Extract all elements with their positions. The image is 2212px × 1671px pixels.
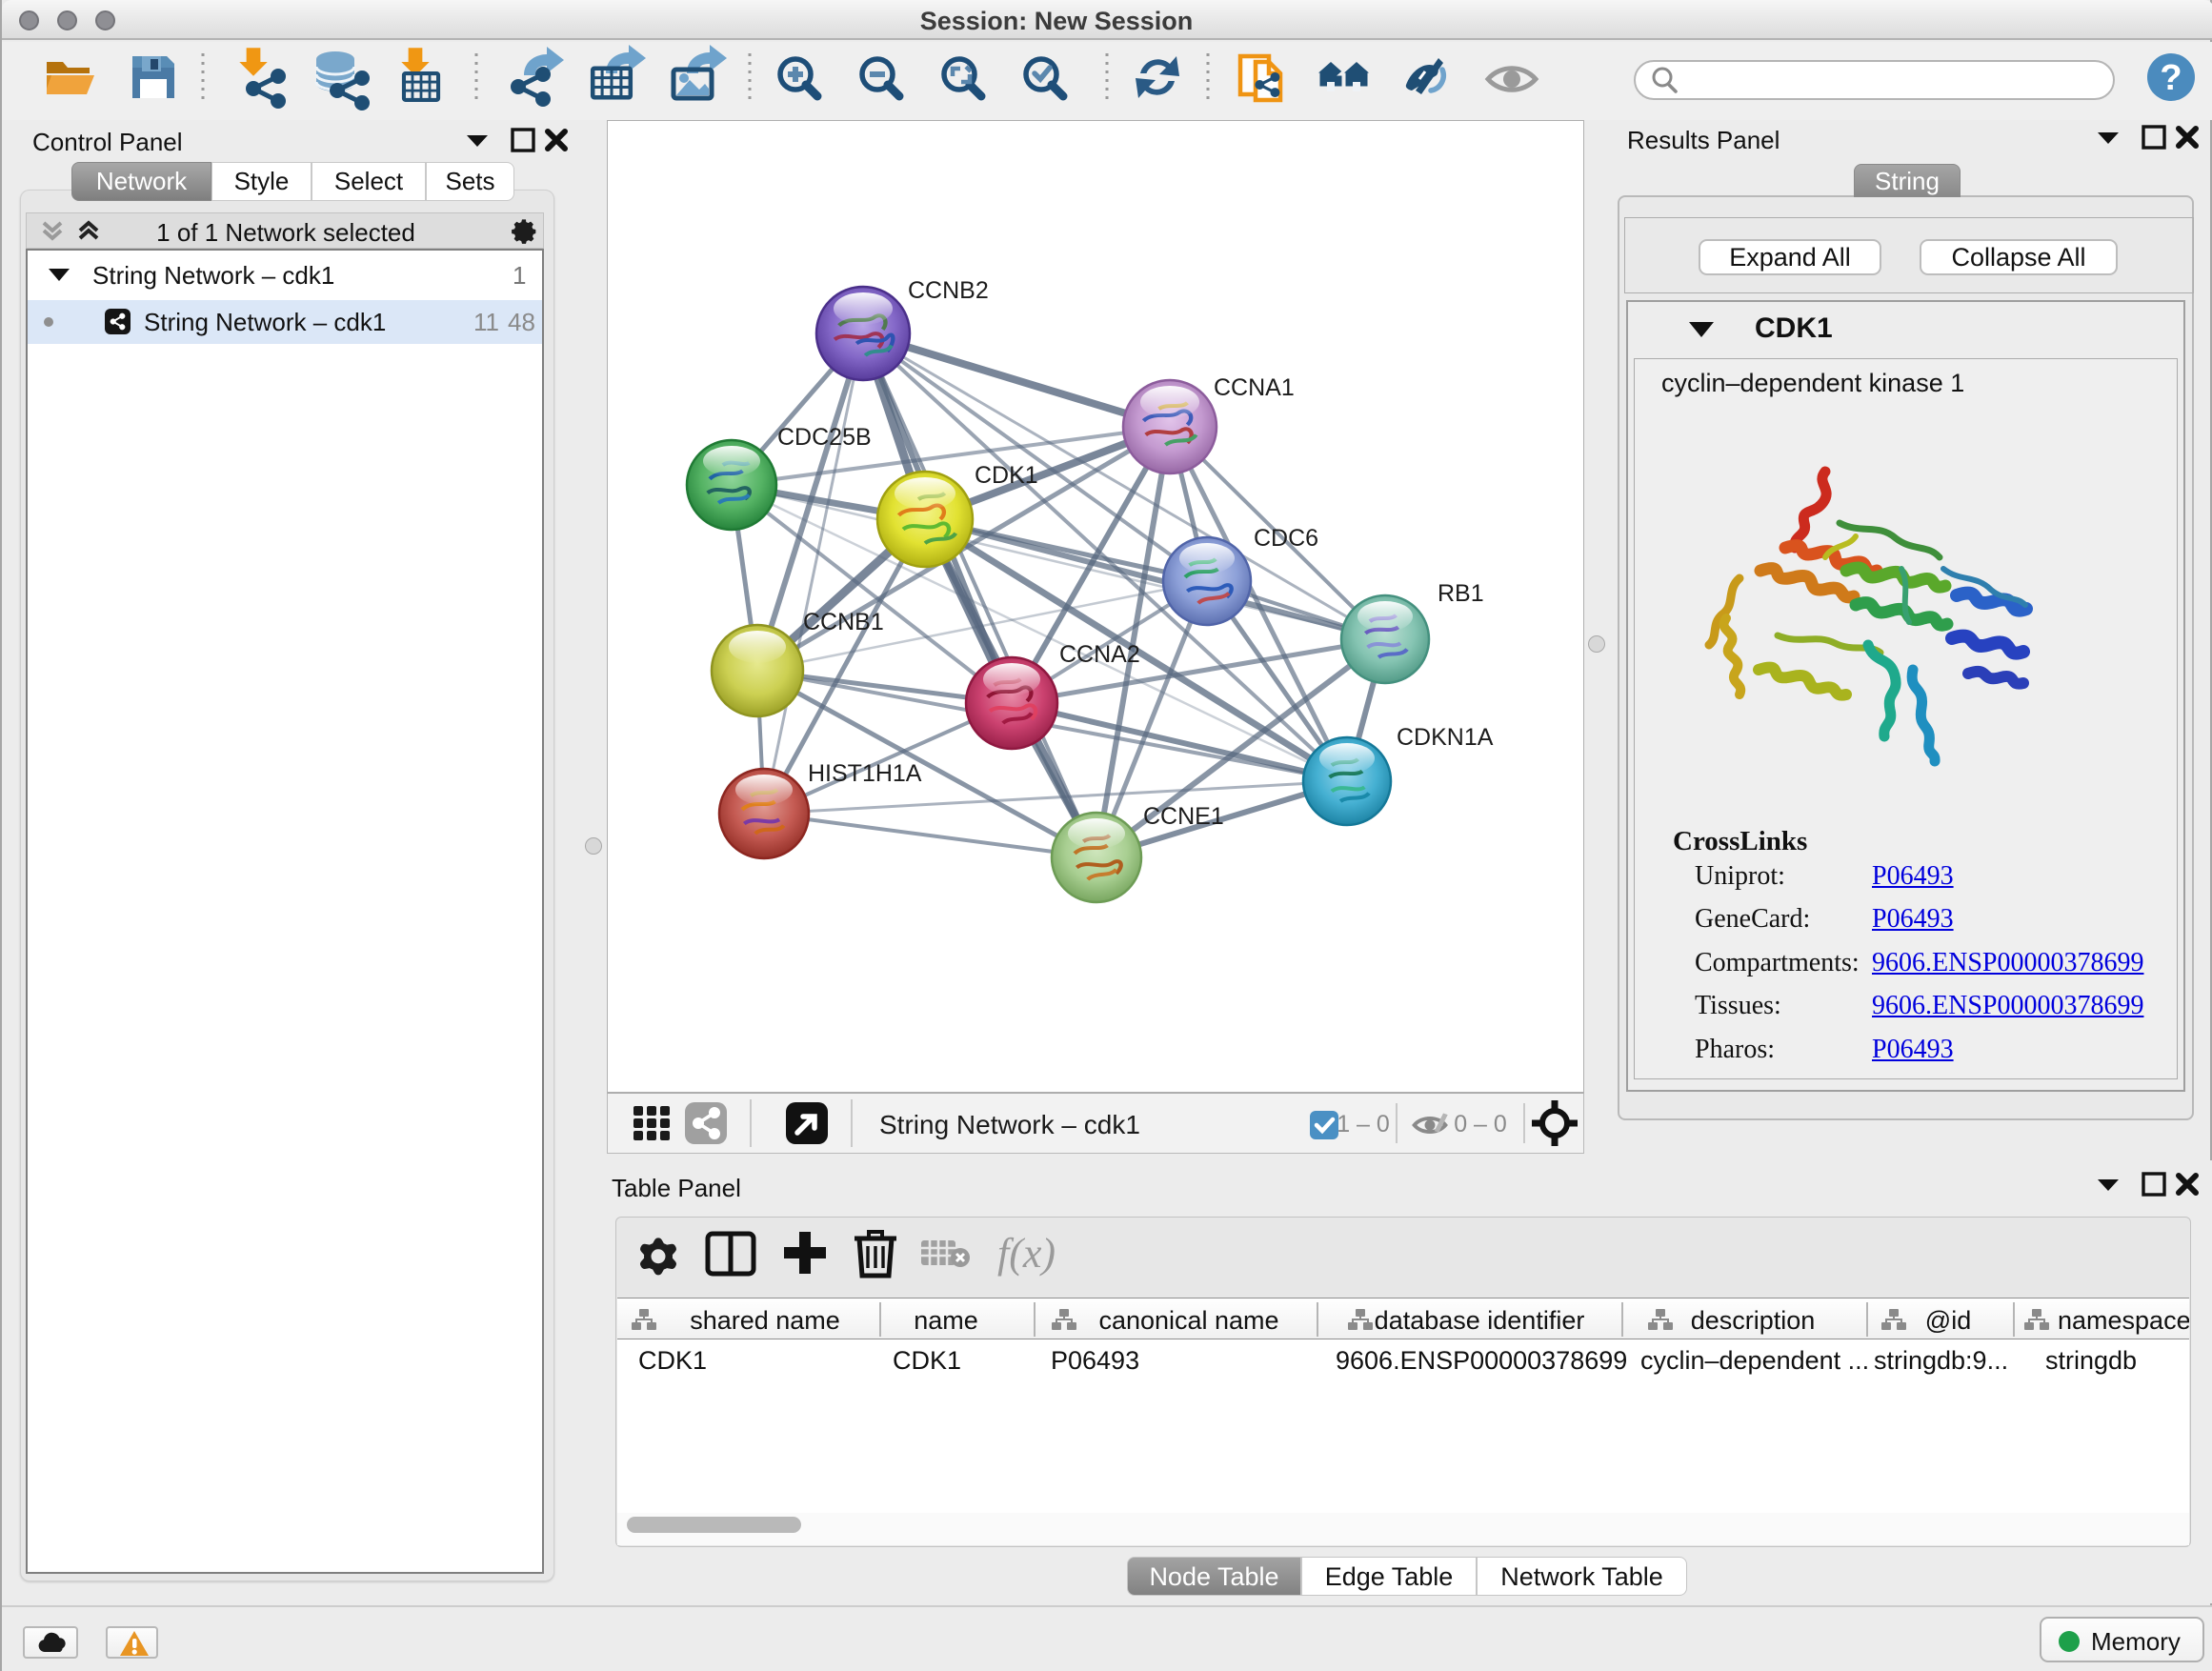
svg-text:HIST1H1A: HIST1H1A [808,760,922,787]
svg-text:description: description [1691,1306,1816,1335]
svg-text:CDKN1A: CDKN1A [1397,724,1494,751]
svg-text:CCNA2: CCNA2 [1059,641,1140,668]
svg-text:shared name: shared name [690,1306,840,1335]
svg-text:CCNB1: CCNB1 [803,609,884,635]
svg-text:CCNE1: CCNE1 [1143,803,1224,830]
svg-text:1 – 0: 1 – 0 [1337,1111,1390,1137]
svg-text:name: name [914,1306,978,1335]
svg-text:RB1: RB1 [1438,580,1484,607]
svg-text:@id: @id [1925,1306,1971,1335]
svg-text:0 – 0: 0 – 0 [1454,1111,1507,1137]
svg-text:CCNA1: CCNA1 [1214,374,1295,401]
svg-text:CDC6: CDC6 [1254,525,1318,552]
svg-text:CDK1: CDK1 [975,462,1038,489]
svg-text:database identifier: database identifier [1375,1306,1585,1335]
svg-text:canonical name: canonical name [1098,1306,1278,1335]
svg-text:CDC25B: CDC25B [777,424,872,451]
svg-text:CCNB2: CCNB2 [908,277,989,304]
svg-text:?: ? [2160,58,2182,98]
svg-text:String Network – cdk1: String Network – cdk1 [879,1110,1140,1139]
svg-text:f(x): f(x) [997,1230,1056,1277]
svg-text:namespace: namespace [2058,1306,2189,1335]
